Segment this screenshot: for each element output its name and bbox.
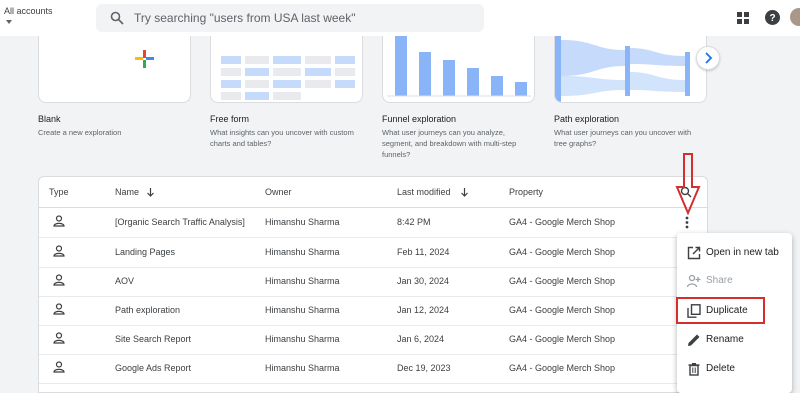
template-title-path: Path exploration <box>554 114 620 124</box>
row-name[interactable]: Google Ads Report <box>115 363 191 373</box>
template-card-blank[interactable] <box>38 36 191 103</box>
person-icon <box>53 332 65 344</box>
menu-item-open-new-tab[interactable]: Open in new tab <box>677 239 792 267</box>
chevron-right-icon <box>705 52 713 64</box>
menu-item-label: Delete <box>706 363 735 374</box>
sort-arrow-down-icon[interactable] <box>460 187 469 197</box>
avatar[interactable] <box>790 8 800 26</box>
table-row[interactable]: Path exploration Himanshu Sharma Jan 12,… <box>39 296 707 326</box>
row-property: GA4 - Google Merch Shop <box>509 247 616 257</box>
template-card-funnel[interactable] <box>382 36 535 103</box>
account-selector-label[interactable]: All accounts <box>4 6 53 16</box>
column-header-owner[interactable]: Owner <box>265 187 292 197</box>
table-row[interactable]: Site Search Report Himanshu Sharma Jan 6… <box>39 325 707 355</box>
row-owner: Himanshu Sharma <box>265 334 340 344</box>
template-title-funnel: Funnel exploration <box>382 114 457 124</box>
account-dropdown-caret-icon[interactable] <box>6 20 12 24</box>
row-modified: Dec 19, 2023 <box>397 363 451 373</box>
row-property: GA4 - Google Merch Shop <box>509 363 616 373</box>
template-desc-free-form: What insights can you uncover with custo… <box>210 128 354 148</box>
template-desc-blank: Create a new exploration <box>38 128 122 137</box>
explorations-table: Type Name Owner Last modified Property [… <box>38 176 708 393</box>
table-row[interactable]: AOV Himanshu Sharma Jan 30, 2024 GA4 - G… <box>39 267 707 297</box>
row-property: GA4 - Google Merch Shop <box>509 276 616 286</box>
row-modified: 8:42 PM <box>397 217 431 227</box>
row-modified: Jan 30, 2024 <box>397 276 450 286</box>
search-bar[interactable]: Try searching "users from USA last week" <box>96 4 484 32</box>
row-modified: Feb 11, 2024 <box>397 247 450 257</box>
column-header-name[interactable]: Name <box>115 187 139 197</box>
person-icon <box>53 361 65 373</box>
menu-item-delete[interactable]: Delete <box>677 355 792 383</box>
svg-text:?: ? <box>769 13 775 24</box>
person-icon <box>53 215 65 227</box>
table-row[interactable]: Google Ads Report Himanshu Sharma Dec 19… <box>39 354 707 384</box>
plus-icon <box>135 50 154 68</box>
template-title-blank: Blank <box>38 114 61 124</box>
funnel-thumbnail-icon <box>387 36 531 97</box>
menu-item-label: Share <box>706 275 733 286</box>
menu-item-rename[interactable]: Rename <box>677 326 792 354</box>
template-title-free-form: Free form <box>210 114 250 124</box>
apps-grid-icon[interactable] <box>737 12 749 24</box>
row-owner: Himanshu Sharma <box>265 276 340 286</box>
annotation-highlight-box <box>676 297 765 324</box>
column-header-property[interactable]: Property <box>509 187 543 197</box>
template-card-path[interactable] <box>554 36 707 103</box>
trash-icon <box>688 363 700 376</box>
template-desc-path: What user journeys can you uncover with … <box>554 128 692 148</box>
menu-item-share: Share <box>677 267 792 295</box>
row-property: GA4 - Google Merch Shop <box>509 217 616 227</box>
help-icon[interactable]: ? <box>765 10 780 25</box>
menu-item-label: Rename <box>706 334 744 345</box>
menu-item-label: Open in new tab <box>706 247 779 258</box>
row-name[interactable]: [Organic Search Traffic Analysis] <box>115 217 245 227</box>
share-person-icon <box>687 274 701 288</box>
free-form-thumbnail-icon <box>221 56 355 100</box>
row-owner: Himanshu Sharma <box>265 305 340 315</box>
annotation-arrow-icon <box>675 153 701 215</box>
row-owner: Himanshu Sharma <box>265 217 340 227</box>
top-bar: All accounts Try searching "users from U… <box>0 0 800 36</box>
row-property: GA4 - Google Merch Shop <box>509 334 616 344</box>
row-name[interactable]: Site Search Report <box>115 334 191 344</box>
template-card-free-form[interactable] <box>210 36 363 103</box>
search-icon <box>110 11 124 25</box>
person-icon <box>53 245 65 257</box>
table-row[interactable]: [Organic Search Traffic Analysis] Himans… <box>39 208 707 238</box>
row-name[interactable]: Path exploration <box>115 305 180 315</box>
table-row[interactable]: Landing Pages Himanshu Sharma Feb 11, 20… <box>39 238 707 268</box>
row-name[interactable]: AOV <box>115 276 134 286</box>
column-header-last-modified[interactable]: Last modified <box>397 187 451 197</box>
more-vert-icon[interactable] <box>685 216 689 229</box>
row-owner: Himanshu Sharma <box>265 247 340 257</box>
row-property: GA4 - Google Merch Shop <box>509 305 616 315</box>
row-modified: Jan 12, 2024 <box>397 305 450 315</box>
row-owner: Himanshu Sharma <box>265 363 340 373</box>
person-icon <box>53 303 65 315</box>
pencil-icon <box>688 334 700 346</box>
row-name[interactable]: Landing Pages <box>115 247 175 257</box>
path-thumbnail-icon <box>555 36 690 102</box>
templates-next-button[interactable] <box>696 46 720 70</box>
template-desc-funnel: What user journeys can you analyze, segm… <box>382 128 517 159</box>
open-in-new-icon <box>687 246 701 260</box>
search-placeholder: Try searching "users from USA last week" <box>134 11 356 25</box>
column-header-type[interactable]: Type <box>49 187 69 197</box>
row-modified: Jan 6, 2024 <box>397 334 445 344</box>
person-icon <box>53 274 65 286</box>
sort-arrow-down-icon[interactable] <box>146 187 155 197</box>
